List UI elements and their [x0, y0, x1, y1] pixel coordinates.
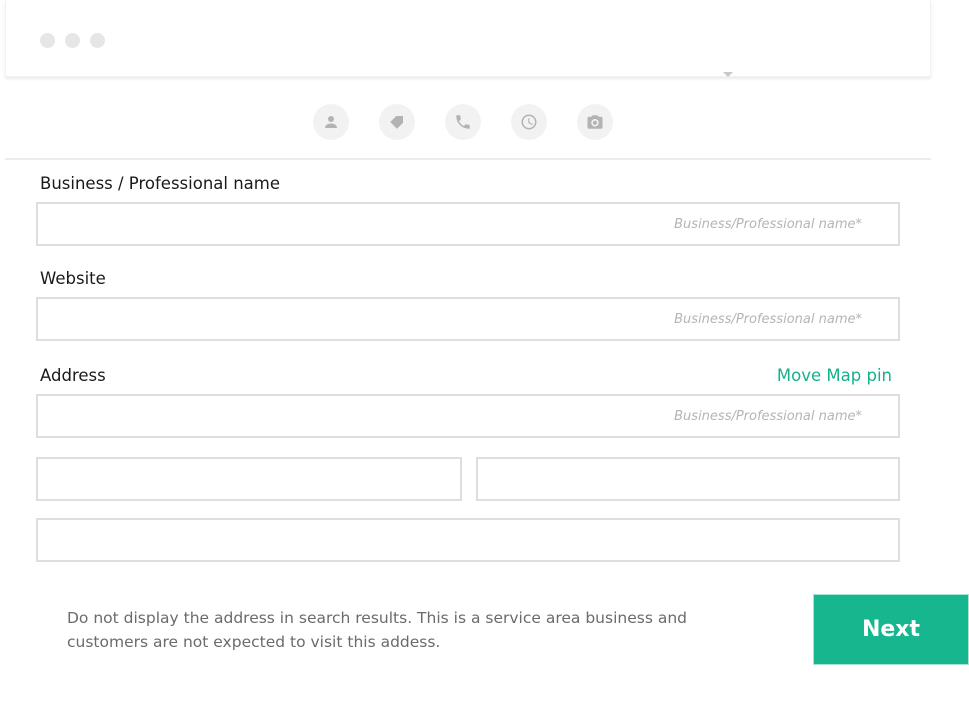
- step-contact[interactable]: [445, 104, 481, 140]
- business-name-input[interactable]: [38, 204, 898, 244]
- postal-code-field[interactable]: [36, 518, 900, 562]
- city-input[interactable]: [38, 459, 460, 499]
- address-input[interactable]: [38, 396, 898, 436]
- clock-icon: [521, 114, 537, 130]
- window-title-bar: [5, 0, 931, 77]
- address-label: Address: [40, 366, 106, 385]
- step-hours[interactable]: [511, 104, 547, 140]
- website-input[interactable]: [38, 299, 898, 339]
- step-profile[interactable]: [313, 104, 349, 140]
- postal-code-input[interactable]: [38, 520, 898, 560]
- step-category[interactable]: [379, 104, 415, 140]
- phone-icon: [456, 115, 470, 129]
- window-dot-icon[interactable]: [65, 33, 80, 48]
- caret-down-icon[interactable]: [723, 72, 733, 77]
- camera-icon: [587, 115, 603, 129]
- address-field[interactable]: [36, 394, 900, 438]
- business-name-field[interactable]: [36, 202, 900, 246]
- move-map-pin-link[interactable]: Move Map pin: [777, 366, 892, 385]
- window-dot-icon[interactable]: [90, 33, 105, 48]
- step-photos[interactable]: [577, 104, 613, 140]
- website-field[interactable]: [36, 297, 900, 341]
- city-field[interactable]: [36, 457, 462, 501]
- next-button[interactable]: Next: [813, 594, 969, 665]
- window-dot-icon[interactable]: [40, 33, 55, 48]
- tag-icon: [390, 116, 403, 129]
- service-area-note: Do not display the address in search res…: [67, 609, 687, 651]
- website-label: Website: [40, 269, 106, 288]
- section-divider: [5, 158, 931, 160]
- state-input[interactable]: [478, 459, 898, 499]
- state-field[interactable]: [476, 457, 900, 501]
- business-name-label: Business / Professional name: [40, 174, 281, 193]
- person-icon: [325, 116, 337, 128]
